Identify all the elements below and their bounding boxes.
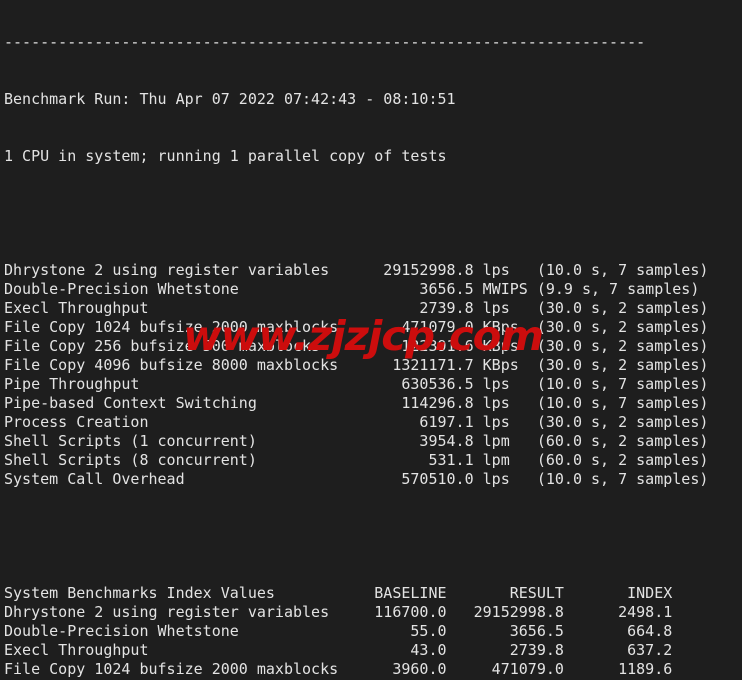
result-row: Double-Precision Whetstone 3656.5 MWIPS … [4, 280, 700, 298]
cpu-info-line: 1 CPU in system; running 1 parallel copy… [4, 147, 447, 165]
index-table-row: Execl Throughput 43.0 2739.8 637.2 [4, 641, 673, 659]
result-row: Execl Throughput 2739.8 lps (30.0 s, 2 s… [4, 299, 709, 317]
index-values-block: System Benchmarks Index Values BASELINE … [4, 584, 708, 680]
result-row: File Copy 256 bufsize 500 maxblocks 1223… [4, 337, 709, 355]
result-row: Dhrystone 2 using register variables 291… [4, 261, 709, 279]
result-row: Pipe Throughput 630536.5 lps (10.0 s, 7 … [4, 375, 709, 393]
index-table-header: System Benchmarks Index Values BASELINE … [4, 584, 673, 602]
benchmark-results-block: Dhrystone 2 using register variables 291… [4, 261, 708, 489]
terminal-screen-text: ----------------------------------------… [4, 0, 708, 680]
result-row: File Copy 4096 bufsize 8000 maxblocks 13… [4, 356, 709, 374]
terminal-window[interactable]: ----------------------------------------… [0, 0, 742, 680]
index-table-row: Dhrystone 2 using register variables 116… [4, 603, 673, 621]
result-row: File Copy 1024 bufsize 2000 maxblocks 47… [4, 318, 709, 336]
result-row: Pipe-based Context Switching 114296.8 lp… [4, 394, 709, 412]
result-row: Shell Scripts (8 concurrent) 531.1 lpm (… [4, 451, 709, 469]
result-row: Process Creation 6197.1 lps (30.0 s, 2 s… [4, 413, 709, 431]
result-row: Shell Scripts (1 concurrent) 3954.8 lpm … [4, 432, 709, 450]
result-row: System Call Overhead 570510.0 lps (10.0 … [4, 470, 709, 488]
top-rule-line: ----------------------------------------… [4, 33, 646, 51]
index-table-row: Double-Precision Whetstone 55.0 3656.5 6… [4, 622, 673, 640]
index-table-row: File Copy 1024 bufsize 2000 maxblocks 39… [4, 660, 673, 678]
benchmark-run-line: Benchmark Run: Thu Apr 07 2022 07:42:43 … [4, 90, 456, 108]
